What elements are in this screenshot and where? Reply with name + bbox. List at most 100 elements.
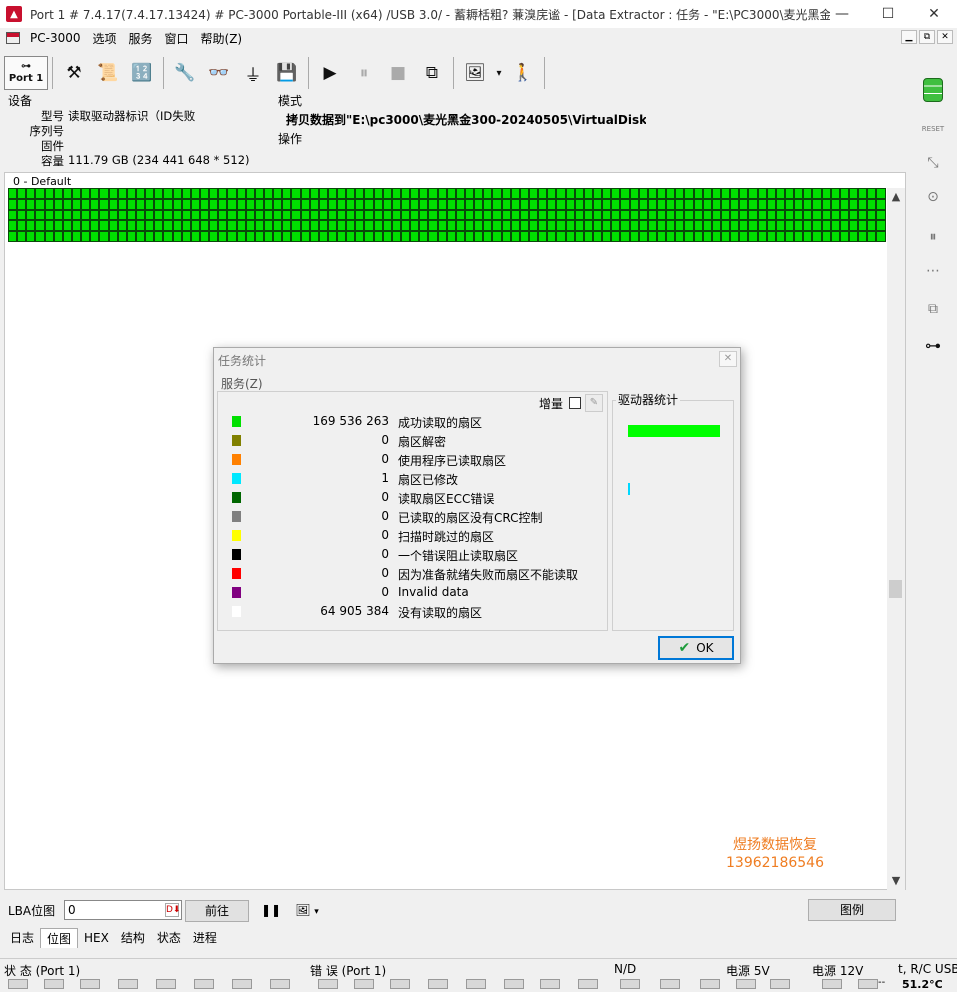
sector-block[interactable] [867,188,877,199]
sector-block[interactable] [730,188,740,199]
pause-map-button[interactable]: ❚❚ [260,900,282,922]
sector-block[interactable] [209,209,219,221]
sector-block[interactable] [401,198,411,210]
sector-block[interactable] [401,220,411,232]
sector-block[interactable] [766,209,776,221]
jump-icon[interactable]: D⬇ [165,903,180,917]
sector-block[interactable] [638,188,648,199]
sector-block[interactable] [209,220,219,232]
sector-block[interactable] [483,220,493,232]
sector-block[interactable] [8,231,18,242]
sector-block[interactable] [757,220,767,232]
menu-help[interactable]: 帮助(Z) [195,30,249,47]
sector-block[interactable] [190,198,200,210]
sector-block[interactable] [867,220,877,232]
sector-block[interactable] [346,198,356,210]
sector-block[interactable] [556,188,566,199]
sector-block[interactable] [263,188,274,199]
sector-block[interactable] [474,231,484,242]
sector-block[interactable] [784,209,795,221]
sector-block[interactable] [35,209,45,221]
sector-block[interactable] [465,198,475,210]
sector-block[interactable] [675,220,685,232]
sector-block[interactable] [547,220,557,232]
sector-block[interactable] [739,198,749,210]
sector-block[interactable] [99,220,109,232]
sector-block[interactable] [282,188,292,199]
tab-status[interactable]: 状态 [151,928,187,948]
sector-block[interactable] [71,231,82,242]
sector-block[interactable] [693,188,703,199]
sector-block[interactable] [355,198,365,210]
sector-block[interactable] [565,198,575,210]
tab-process[interactable]: 进程 [187,928,223,948]
menu-window[interactable]: 窗口 [159,30,195,47]
menu-brand[interactable]: PC-3000 [24,31,86,45]
sector-block[interactable] [227,220,237,232]
sector-block[interactable] [812,209,822,221]
sector-block[interactable] [154,209,164,221]
sector-block[interactable] [492,231,502,242]
sector-block[interactable] [583,209,593,221]
sector-block[interactable] [501,188,511,199]
sector-block[interactable] [346,188,356,199]
sector-block[interactable] [126,220,136,232]
sector-block[interactable] [474,209,484,221]
sector-block[interactable] [784,220,795,232]
sector-block[interactable] [99,198,109,210]
sector-block[interactable] [501,220,511,232]
sector-block[interactable] [647,209,657,221]
sector-block[interactable] [364,198,374,210]
sector-block[interactable] [53,220,63,232]
sector-block[interactable] [117,198,127,210]
sector-block[interactable] [282,220,292,232]
sector-block[interactable] [209,231,219,242]
sector-block[interactable] [839,220,849,232]
sector-block[interactable] [26,220,36,232]
sector-block[interactable] [99,231,109,242]
sector-block[interactable] [455,198,466,210]
sector-block[interactable] [602,231,612,242]
sector-block[interactable] [17,209,27,221]
pen-icon[interactable]: ✎ [585,394,603,412]
sector-block[interactable] [163,231,173,242]
sector-block[interactable] [867,231,877,242]
sector-block[interactable] [794,220,804,232]
sector-block[interactable] [720,188,731,199]
sector-block[interactable] [35,188,45,199]
sector-block[interactable] [766,188,776,199]
sector-block[interactable] [8,198,18,210]
sector-block[interactable] [199,198,210,210]
sector-block[interactable] [711,198,721,210]
sector-block[interactable] [465,188,475,199]
sector-block[interactable] [273,220,283,232]
sector-block[interactable] [401,188,411,199]
sector-block[interactable] [647,220,657,232]
sector-block[interactable] [373,231,383,242]
sector-block[interactable] [538,220,548,232]
sector-block[interactable] [17,198,27,210]
sector-block[interactable] [565,209,575,221]
sector-block[interactable] [17,231,27,242]
sector-block[interactable] [821,220,831,232]
sector-block[interactable] [666,220,676,232]
sector-block[interactable] [163,198,173,210]
sector-block[interactable] [291,231,301,242]
sector-block[interactable] [702,198,712,210]
mdi-close-button[interactable]: ✕ [937,30,953,44]
sector-block[interactable] [455,209,466,221]
reset-icon[interactable]: RESET [918,116,948,142]
sector-block[interactable] [181,188,191,199]
sector-block[interactable] [327,231,338,242]
sector-block[interactable] [419,188,429,199]
sector-block[interactable] [739,220,749,232]
sector-block[interactable] [675,209,685,221]
sector-block[interactable] [547,188,557,199]
sector-block[interactable] [17,188,27,199]
sector-block[interactable] [44,188,54,199]
sector-block[interactable] [26,231,36,242]
map-scrollbar[interactable]: ▲ ▼ [887,188,905,890]
sector-block[interactable] [684,220,694,232]
sector-block[interactable] [848,231,859,242]
sector-block[interactable] [154,188,164,199]
